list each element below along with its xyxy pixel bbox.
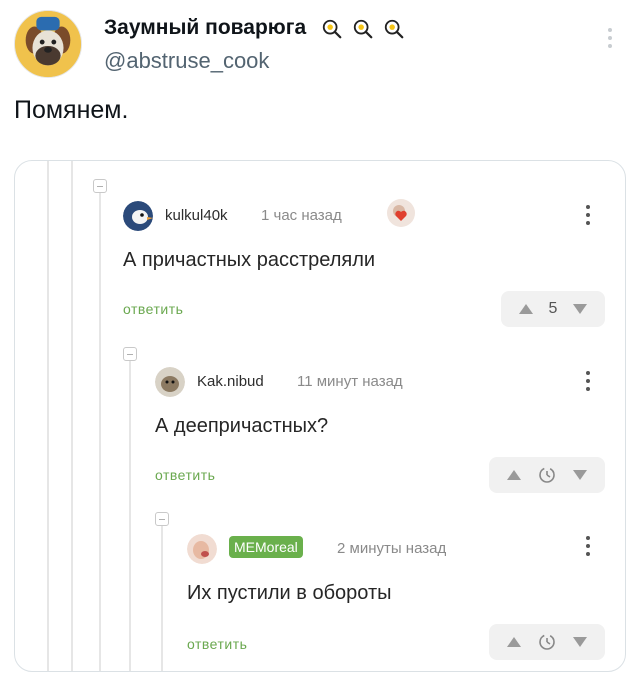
rating-pending-icon bbox=[539, 467, 555, 483]
frying-pan-icon bbox=[322, 19, 342, 39]
rating-widget bbox=[489, 457, 605, 493]
comment-text: Их пустили в обороты bbox=[187, 582, 392, 604]
embedded-screenshot[interactable]: kulkul40k 1 час назад А причастных расст… bbox=[14, 160, 626, 672]
comment-menu-icon[interactable] bbox=[585, 536, 591, 560]
rating-pending-icon bbox=[539, 634, 555, 650]
display-name[interactable]: Заумный поварюга bbox=[104, 16, 405, 40]
comment-menu-icon[interactable] bbox=[585, 371, 591, 395]
comment-author[interactable]: Kak.nibud bbox=[197, 373, 264, 390]
tweet-text: Помянем. bbox=[14, 96, 129, 124]
community-badge-icon bbox=[387, 199, 415, 227]
upvote-icon[interactable] bbox=[507, 637, 521, 647]
rating-widget: 5 bbox=[501, 291, 605, 327]
comment-text: А деепричастных? bbox=[155, 415, 329, 437]
comment-author[interactable]: kulkul40k bbox=[165, 207, 228, 224]
comment-menu-icon[interactable] bbox=[585, 205, 591, 229]
comment-time: 1 час назад bbox=[261, 207, 342, 224]
name-badges bbox=[318, 16, 405, 40]
reply-button[interactable]: ответить bbox=[187, 636, 247, 652]
collapse-thread-icon[interactable] bbox=[93, 179, 107, 193]
downvote-icon[interactable] bbox=[573, 470, 587, 480]
comment-time: 11 минут назад bbox=[297, 373, 403, 390]
frying-pan-icon bbox=[353, 19, 373, 39]
tweet-header: Заумный поварюга @abstruse_cook bbox=[14, 8, 630, 78]
comment-time: 2 минуты назад bbox=[337, 540, 447, 557]
bird-avatar-icon bbox=[123, 201, 153, 231]
comment: kulkul40k 1 час назад А причастных расст… bbox=[15, 161, 625, 331]
profile-avatar[interactable] bbox=[14, 10, 82, 78]
more-options-icon[interactable] bbox=[600, 24, 620, 54]
comment-text: А причастных расстреляли bbox=[123, 249, 376, 271]
comment-avatar[interactable] bbox=[123, 201, 153, 231]
reply-button[interactable]: ответить bbox=[123, 301, 183, 317]
collapse-thread-icon[interactable] bbox=[155, 512, 169, 526]
rating-score: 5 bbox=[548, 300, 558, 317]
comment: MEMoreal 2 минуты назад Их пустили в обо… bbox=[15, 496, 625, 671]
display-name-text: Заумный поварюга bbox=[104, 16, 307, 39]
cat-avatar-icon bbox=[155, 367, 185, 397]
comment-author[interactable]: MEMoreal bbox=[229, 536, 303, 558]
collapse-thread-icon[interactable] bbox=[123, 347, 137, 361]
face-avatar-icon bbox=[187, 534, 217, 564]
rating-widget bbox=[489, 624, 605, 660]
downvote-icon[interactable] bbox=[573, 304, 588, 314]
comment-avatar[interactable] bbox=[187, 534, 217, 564]
dog-chef-avatar-icon bbox=[15, 11, 81, 77]
comment-avatar[interactable] bbox=[155, 367, 185, 397]
comment: Kak.nibud 11 минут назад А деепричастных… bbox=[15, 331, 625, 496]
user-handle[interactable]: @abstruse_cook bbox=[104, 48, 269, 74]
frying-pan-icon bbox=[384, 19, 404, 39]
upvote-icon[interactable] bbox=[507, 470, 521, 480]
downvote-icon[interactable] bbox=[573, 637, 587, 647]
reply-button[interactable]: ответить bbox=[155, 467, 215, 483]
upvote-icon[interactable] bbox=[518, 304, 533, 314]
